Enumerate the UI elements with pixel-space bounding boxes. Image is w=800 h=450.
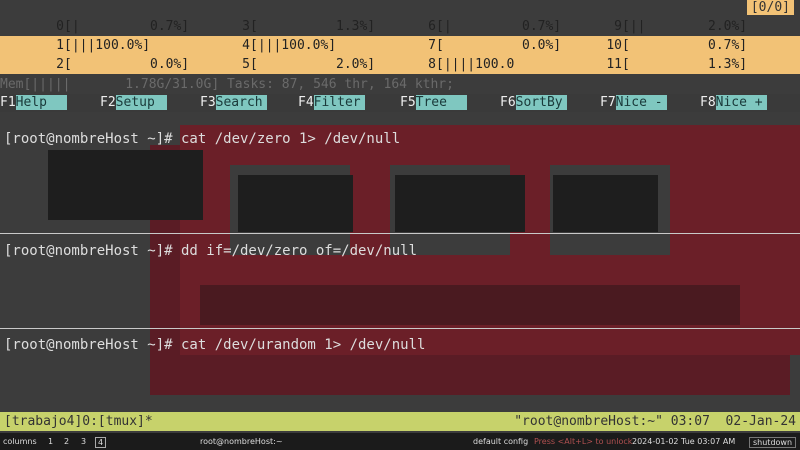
pane-1-dark-block	[395, 175, 525, 232]
cpu-meter-bar: [||	[622, 19, 701, 34]
cpu-meter-id: 0	[56, 19, 64, 34]
cpu-meter-5: 5[ 2.0%]	[226, 57, 375, 72]
cpu-meter-11: 11[ 1.3%]	[598, 57, 747, 72]
cpu-meter-bar: [	[64, 57, 143, 72]
pane-1-dark-block	[553, 175, 658, 232]
fkey-number: F4	[298, 95, 314, 110]
fkey-number: F5	[400, 95, 416, 110]
cpu-meter-bar: [	[436, 38, 515, 53]
fkey-label: SortBy	[515, 95, 567, 110]
cpu-meter-bar: [||||100.0	[436, 57, 515, 72]
shutdown-button[interactable]: shutdown	[749, 437, 797, 448]
htop-function-key-bar: F1Help F2Setup F3Search F4Filter F5Tree F6…	[0, 94, 800, 112]
fkey-number: F3	[200, 95, 216, 110]
fkey-label: Setup	[115, 95, 167, 110]
cpu-meter-bar: [|||100.0%]	[64, 38, 151, 53]
workspace-1[interactable]: 1	[48, 437, 53, 446]
cpu-meter-value: 0.0%]	[150, 57, 190, 72]
cpu-meter-2: 2[ 0.0%]	[40, 57, 189, 72]
cpu-meter-1: 1[|||100.0%]	[40, 38, 150, 53]
tmux-pane-3[interactable]: [root@nombreHost ~]# cat /dev/urandom 1>…	[0, 329, 800, 412]
cpu-meter-value: 1.3%]	[336, 19, 376, 34]
layout-label: columns	[3, 437, 37, 446]
cpu-meter-0: 0[| 0.7%]	[40, 19, 189, 34]
fkey-f7[interactable]: F7Nice -	[600, 95, 667, 111]
cpu-meter-bar: [	[622, 38, 701, 53]
cpu-meter-value: 2.0%]	[336, 57, 376, 72]
fkey-number: F2	[100, 95, 116, 110]
cpu-meter-value: 0.0%]	[522, 38, 562, 53]
fkey-label: Help	[15, 95, 67, 110]
fkey-number: F6	[500, 95, 516, 110]
cpu-meter-10: 10[ 0.7%]	[598, 38, 747, 53]
unlock-warning: Press <Alt+L> to unlock	[534, 437, 633, 446]
cpu-meter-bar: [	[250, 19, 329, 34]
fkey-f4[interactable]: F4Filter	[298, 95, 365, 111]
window-manager-taskbar: columns 1 2 3 4 root@nombreHost:~ defaul…	[0, 433, 800, 450]
cpu-meter-bar: [	[622, 57, 701, 72]
tmux-session-window-info[interactable]: [trabajo4]0:[tmux]*	[4, 414, 153, 429]
fkey-label: Search	[215, 95, 267, 110]
desktop-screen: 0[| 0.7%] 1[|||100.0%] 2[ 0.0%] 3[ 1.3%] 4[|…	[0, 0, 800, 450]
cpu-meter-bar: [|||100.0%]	[250, 38, 337, 53]
cpu-meter-4: 4[|||100.0%]	[226, 38, 336, 53]
cpu-meter-bar: [|	[64, 19, 143, 34]
cpu-meter-value: 0.7%]	[150, 19, 190, 34]
cpu-meter-value: 1.3%]	[708, 57, 748, 72]
clock: 2024-01-02 Tue 03:07 AM	[632, 437, 736, 446]
cpu-meter-6: 6[| 0.7%]	[412, 19, 561, 34]
fkey-number: F1	[0, 95, 16, 110]
cpu-meter-id: 10	[606, 38, 622, 53]
cpu-meter-value: 0.7%]	[522, 19, 562, 34]
cpu-meter-9: 9[|| 2.0%]	[598, 19, 747, 34]
pane-2-prompt: [root@nombreHost ~]# dd if=/dev/zero of=…	[4, 243, 418, 259]
workspace-2[interactable]: 2	[64, 437, 69, 446]
fkey-f1[interactable]: F1Help	[0, 95, 67, 111]
htop-memory-tasks-line: Mem[||||| 1.78G/31.0G] Tasks: 87, 546 th…	[0, 77, 454, 92]
tmux-host-clock: "root@nombreHost:~" 03:07 02-Jan-24	[514, 414, 796, 429]
cpu-meter-7: 7[ 0.0%]	[412, 38, 561, 53]
fkey-label: Filter	[313, 95, 365, 110]
cpu-meter-id: 2	[56, 57, 64, 72]
cpu-meter-id: 8	[428, 57, 436, 72]
fkey-label: Nice +	[715, 95, 767, 110]
cpu-meter-value: 2.0%]	[708, 19, 748, 34]
pane-3-prompt: [root@nombreHost ~]# cat /dev/urandom 1>…	[4, 337, 426, 353]
cpu-meter-id: 7	[428, 38, 436, 53]
fkey-f5[interactable]: F5Tree	[400, 95, 467, 111]
fkey-number: F8	[700, 95, 716, 110]
cpu-meter-id: 11	[606, 57, 622, 72]
fkey-number: F7	[600, 95, 616, 110]
cpu-meter-id: 6	[428, 19, 436, 34]
cpu-meter-8: 8[||||100.0	[412, 57, 514, 72]
fkey-f2[interactable]: F2Setup	[100, 95, 167, 111]
cpu-meter-3: 3[ 1.3%]	[226, 19, 375, 34]
pane-1-dark-block	[48, 150, 203, 220]
cpu-meter-id: 3	[242, 19, 250, 34]
tmux-status-line: [trabajo4]0:[tmux]* "root@nombreHost:~" …	[0, 412, 800, 431]
pane-1-prompt: [root@nombreHost ~]# cat /dev/zero 1> /d…	[4, 131, 401, 147]
cpu-meter-id: 1	[56, 38, 64, 53]
cpu-meter-id: 9	[614, 19, 622, 34]
pane-1-dark-block	[238, 175, 353, 232]
fkey-f8[interactable]: F8Nice +	[700, 95, 767, 111]
config-label: default config	[473, 437, 529, 446]
htop-status-box: [0/0]	[746, 0, 794, 15]
workspace-4-active[interactable]: 4	[95, 437, 107, 448]
cpu-meter-bar: [	[250, 57, 329, 72]
cpu-meter-id: 5	[242, 57, 250, 72]
fkey-f3[interactable]: F3Search	[200, 95, 267, 111]
tmux-pane-1[interactable]: [root@nombreHost ~]# cat /dev/zero 1> /d…	[0, 113, 800, 233]
fkey-f6[interactable]: F6SortBy	[500, 95, 567, 111]
fkey-label: Tree	[415, 95, 467, 110]
cpu-meter-bar: [|	[436, 19, 515, 34]
cpu-meter-id: 4	[242, 38, 250, 53]
workspace-3[interactable]: 3	[81, 437, 86, 446]
focused-window-title[interactable]: root@nombreHost:~	[200, 437, 283, 446]
cpu-meter-value: 0.7%]	[708, 38, 748, 53]
tmux-pane-2[interactable]: [root@nombreHost ~]# dd if=/dev/zero of=…	[0, 234, 800, 328]
fkey-label: Nice -	[615, 95, 667, 110]
